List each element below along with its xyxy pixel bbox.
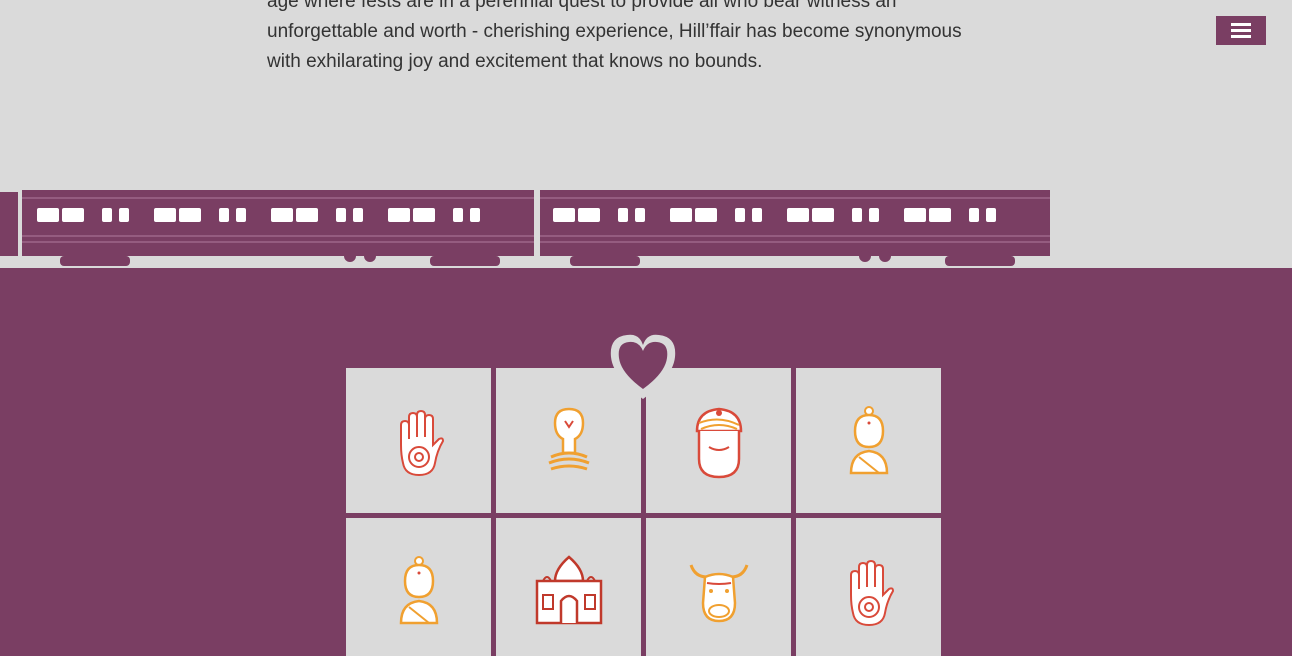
tile-hamsa-hand-2[interactable] xyxy=(796,518,941,656)
intro-section: age where fests are in a perennial quest… xyxy=(0,0,1292,268)
indian-woman-icon xyxy=(849,405,888,474)
tile-indian-woman[interactable] xyxy=(796,368,941,513)
intro-line-1: age where fests are in a perennial quest… xyxy=(267,0,897,12)
tile-cow[interactable] xyxy=(646,518,791,656)
snake-lingam-icon xyxy=(547,407,590,470)
tile-indian-woman-2[interactable] xyxy=(346,518,491,656)
turban-man-icon xyxy=(695,407,742,478)
train-illustration xyxy=(0,190,1050,266)
taj-mahal-icon xyxy=(535,554,602,624)
intro-line-2: unforgettable and worth - cherishing exp… xyxy=(267,21,962,42)
intro-text: age where fests are in a perennial quest… xyxy=(267,0,1030,77)
hamburger-icon-line-2 xyxy=(1231,29,1251,32)
hamburger-icon xyxy=(1231,23,1251,26)
hamsa-hand-icon xyxy=(849,559,894,626)
intro-line-3: with exhilarating joy and excitement tha… xyxy=(267,51,763,72)
indian-woman-icon xyxy=(399,555,438,624)
hamburger-icon-line-3 xyxy=(1231,35,1251,38)
tile-hamsa-hand[interactable] xyxy=(346,368,491,513)
hamsa-hand-icon xyxy=(399,409,444,476)
cow-icon xyxy=(689,563,748,622)
heart-icon[interactable] xyxy=(607,331,679,401)
gallery-section xyxy=(0,268,1292,656)
menu-button[interactable] xyxy=(1216,16,1266,45)
tile-taj-mahal[interactable] xyxy=(496,518,641,656)
